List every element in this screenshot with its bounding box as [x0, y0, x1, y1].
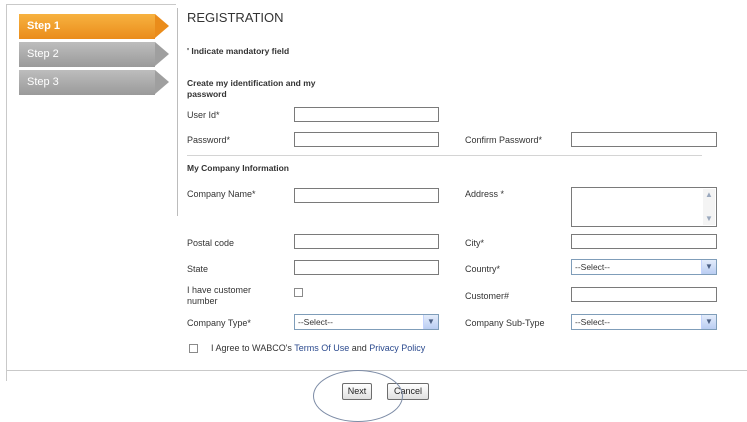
postal-code-input[interactable] [294, 234, 439, 249]
customer-no-label: Customer# [465, 291, 510, 301]
password-input[interactable] [294, 132, 439, 147]
country-select[interactable]: --Select-- ▼ [571, 259, 717, 275]
state-input[interactable] [294, 260, 439, 275]
vertical-divider [177, 8, 178, 216]
chevron-down-icon[interactable]: ▼ [423, 315, 438, 329]
company-sub-type-label: Company Sub-Type [465, 318, 545, 328]
address-textarea[interactable]: ▲ ▼ [571, 187, 717, 227]
state-label: State [187, 264, 209, 274]
user-id-label: User Id* [187, 110, 220, 120]
section-divider [187, 155, 702, 156]
country-label: Country* [465, 264, 501, 274]
company-type-select-value: --Select-- [298, 317, 333, 327]
step-label: Step 3 [27, 76, 59, 88]
step-3[interactable]: Step 3 [19, 70, 171, 95]
chevron-down-icon[interactable]: ▼ [701, 315, 716, 329]
company-name-input[interactable] [294, 188, 439, 203]
company-sub-type-select-value: --Select-- [575, 317, 610, 327]
annotation-circle [313, 370, 403, 422]
agree-and: and [349, 343, 370, 353]
user-id-input[interactable] [294, 107, 439, 122]
step-label: Step 1 [27, 20, 61, 32]
section-identification-title: Create my identification and my password [187, 78, 316, 99]
company-type-select[interactable]: --Select-- ▼ [294, 314, 439, 330]
page-title: REGISTRATION [187, 10, 284, 25]
city-input[interactable] [571, 234, 717, 249]
company-name-label: Company Name* [187, 189, 256, 199]
scroll-up-icon[interactable]: ▲ [705, 191, 713, 199]
company-type-label: Company Type* [187, 318, 251, 328]
textarea-scrollbar[interactable]: ▲ ▼ [703, 189, 715, 225]
company-sub-type-select[interactable]: --Select-- ▼ [571, 314, 717, 330]
step-2[interactable]: Step 2 [19, 42, 171, 67]
privacy-policy-link[interactable]: Privacy Policy [369, 343, 425, 353]
agree-text: I Agree to WABCO's Terms Of Use and Priv… [211, 343, 425, 353]
scroll-down-icon[interactable]: ▼ [705, 215, 713, 223]
step-label: Step 2 [27, 48, 59, 60]
password-label: Password* [187, 135, 231, 145]
step-arrow [155, 14, 169, 38]
step-arrow [155, 70, 169, 94]
footer-divider [7, 370, 747, 371]
chevron-down-icon[interactable]: ▼ [701, 260, 716, 274]
customer-number-label: I have customer number [187, 285, 252, 306]
step-1[interactable]: Step 1 [19, 14, 171, 39]
confirm-password-label: Confirm Password* [465, 135, 543, 145]
step-arrow [155, 42, 169, 66]
mandatory-note: ' Indicate mandatory field [187, 46, 290, 56]
frame-left-border [6, 4, 7, 381]
address-label: Address * [465, 189, 505, 199]
postal-code-label: Postal code [187, 238, 235, 248]
city-label: City* [465, 238, 485, 248]
customer-no-input[interactable] [571, 287, 717, 302]
country-select-value: --Select-- [575, 262, 610, 272]
agree-checkbox[interactable] [189, 344, 198, 353]
confirm-password-input[interactable] [571, 132, 717, 147]
terms-of-use-link[interactable]: Terms Of Use [294, 343, 349, 353]
section-company-title: My Company Information [187, 163, 290, 173]
agree-prefix: I Agree to WABCO's [211, 343, 295, 353]
frame-top-border [6, 4, 176, 5]
customer-number-checkbox[interactable] [294, 288, 303, 297]
